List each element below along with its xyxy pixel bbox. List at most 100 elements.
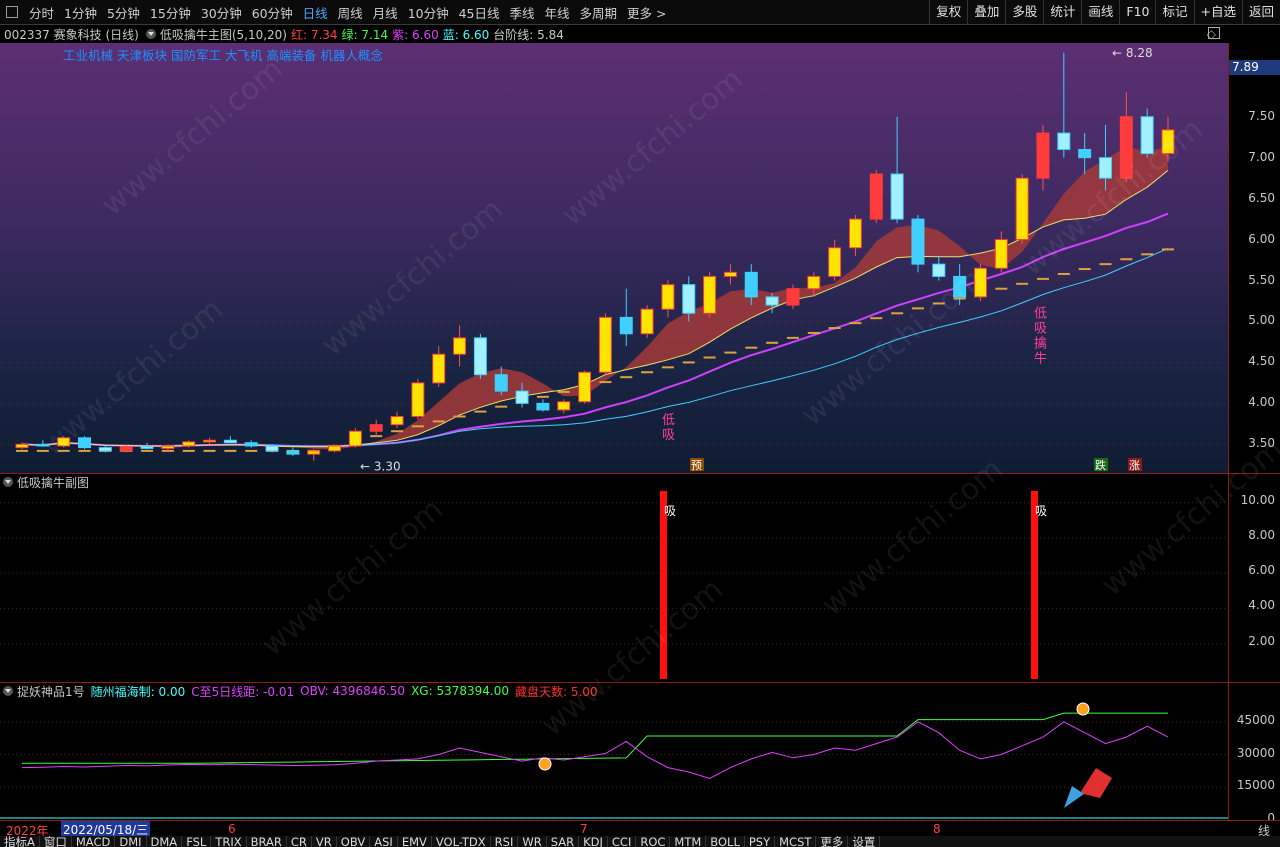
period-tab-1[interactable]: 1分钟: [59, 3, 102, 22]
sub2-obv: OBV: 4396846.50: [300, 684, 406, 698]
sub2-days: 藏盘天数: 5.00: [514, 684, 598, 699]
indicator-tab-17[interactable]: KDJ: [579, 836, 608, 847]
signal-low2-0: 低: [1034, 306, 1047, 321]
candle-body-7: [161, 445, 175, 449]
candle-body-50: [1057, 132, 1071, 150]
stock-code-name[interactable]: 002337 赛象科技 (日线): [4, 26, 139, 43]
indicator-tab-10[interactable]: OBV: [337, 836, 371, 847]
indicator-tab-8[interactable]: CR: [287, 836, 312, 847]
indicator-tab-4[interactable]: DMA: [147, 836, 183, 847]
indicator-tab-0[interactable]: 指标A: [0, 836, 40, 847]
candle-body-22: [473, 337, 487, 376]
sub2-svg: [0, 702, 1228, 820]
price-tick-0: 7.50: [1248, 108, 1275, 123]
sub2-tick-0: 45000: [1236, 712, 1275, 727]
period-tab-13[interactable]: 多周期: [575, 3, 623, 22]
toolbar-button-0[interactable]: 复权: [929, 0, 967, 24]
period-tab-14[interactable]: 更多 >: [622, 3, 671, 22]
red-line-value: 红: 7.34: [290, 27, 338, 42]
signal-low1-1: 吸: [662, 428, 675, 443]
indicator-tab-3[interactable]: DMI: [115, 836, 147, 847]
window-icon[interactable]: [6, 6, 18, 18]
period-tab-6[interactable]: 日线: [298, 3, 333, 22]
toolbar-button-8[interactable]: 返回: [1241, 0, 1280, 24]
period-tab-9[interactable]: 10分钟: [403, 3, 454, 22]
indicator-tab-2[interactable]: MACD: [72, 836, 116, 847]
candle-body-30: [640, 308, 654, 335]
indicator-tab-11[interactable]: ASI: [370, 836, 398, 847]
candle-body-9: [203, 439, 217, 443]
candle-body-35: [744, 271, 758, 298]
maximize-icon[interactable]: [1208, 27, 1220, 39]
indicator-tab-23[interactable]: MCST: [775, 836, 817, 847]
candle-body-26: [557, 401, 571, 411]
period-tab-10[interactable]: 45日线: [454, 3, 505, 22]
sub1-chart[interactable]: 吸吸: [0, 489, 1228, 682]
period-tab-0[interactable]: 分时: [24, 3, 59, 22]
purple-line-value: 紫: 6.60: [392, 27, 439, 42]
green-line-value: 绿: 7.14: [341, 27, 389, 42]
sub2-tick-2: 15000: [1236, 778, 1275, 793]
toolbar-button-7[interactable]: +自选: [1193, 0, 1242, 24]
candle-body-28: [598, 316, 612, 373]
toolbar-button-3[interactable]: 统计: [1043, 0, 1081, 24]
indicator-tab-15[interactable]: WR: [518, 836, 547, 847]
period-tab-8[interactable]: 月线: [368, 3, 403, 22]
indicator-tab-12[interactable]: EMV: [398, 836, 432, 847]
toolbar-button-5[interactable]: F10: [1119, 0, 1155, 24]
indicator-tab-24[interactable]: 更多: [816, 836, 849, 847]
indicator-tab-20[interactable]: MTM: [670, 836, 707, 847]
indicator-tab-22[interactable]: PSY: [745, 836, 776, 847]
indicator-tab-19[interactable]: ROC: [636, 836, 671, 847]
sub1-tick-1: 8.00: [1248, 527, 1275, 542]
indicator-tab-21[interactable]: BOLL: [706, 836, 745, 847]
toolbar-button-6[interactable]: 标记: [1155, 0, 1193, 24]
sub1-dropdown-icon[interactable]: [3, 477, 13, 487]
formula-name[interactable]: 低吸擒牛主图(5,10,20): [160, 26, 287, 43]
candle-body-34: [723, 271, 737, 277]
indicator-tab-1[interactable]: 窗口: [40, 836, 72, 847]
indicator-tab-14[interactable]: RSI: [491, 836, 519, 847]
sub2-chart[interactable]: [0, 698, 1228, 820]
candle-body-17: [369, 424, 383, 432]
signal-low2-3: 牛: [1034, 351, 1047, 366]
toolbar-button-1[interactable]: 叠加: [967, 0, 1005, 24]
period-tab-3[interactable]: 15分钟: [145, 3, 196, 22]
period-tab-2[interactable]: 5分钟: [102, 3, 145, 22]
indicator-tab-7[interactable]: BRAR: [247, 836, 287, 847]
formula-dropdown-icon[interactable]: [145, 29, 156, 39]
candle-body-31: [661, 284, 675, 310]
sub2-title[interactable]: 捉妖神品1号: [17, 683, 85, 700]
period-tab-12[interactable]: 年线: [540, 3, 575, 22]
price-tick-8: 3.50: [1248, 436, 1275, 451]
indicator-tab-18[interactable]: CCI: [608, 836, 637, 847]
sub2-xg: XG: 5378394.00: [411, 684, 509, 698]
main-chart[interactable]: 工业机械 天津板块 国防军工 大飞机 高端装备 机器人概念 ← 8.28 ← 3.…: [0, 43, 1228, 473]
candle-body-1: [36, 443, 50, 447]
candle-body-6: [140, 446, 154, 449]
indicator-tab-16[interactable]: SAR: [547, 836, 580, 847]
toolbar-button-2[interactable]: 多股: [1005, 0, 1043, 24]
period-tab-5[interactable]: 60分钟: [247, 3, 298, 22]
indicator-tabs: 指标A 窗口 MACD DMI DMA FSL TRIX BRAR CR VR OBV ASI EMV V…: [0, 836, 1280, 847]
sub1-title[interactable]: 低吸擒牛副图: [17, 474, 89, 491]
indicator-tab-13[interactable]: VOL-TDX: [432, 836, 491, 847]
toolbar-button-4[interactable]: 画线: [1081, 0, 1119, 24]
signal-low2-1: 吸: [1034, 321, 1047, 336]
indicator-tab-25[interactable]: 设置: [848, 836, 881, 847]
obv-line: [21, 721, 1169, 780]
indicator-tab-9[interactable]: VR: [312, 836, 337, 847]
candle-body-47: [994, 239, 1008, 269]
indicator-tab-6[interactable]: TRIX: [211, 836, 247, 847]
period-tab-11[interactable]: 季线: [505, 3, 540, 22]
period-tab-7[interactable]: 周线: [333, 3, 368, 22]
sub2-tick-1: 30000: [1236, 745, 1275, 760]
indicator-tab-5[interactable]: FSL: [182, 836, 212, 847]
date-month-8: 8: [933, 822, 941, 836]
candle-body-45: [953, 275, 967, 298]
ma-fill-band: [22, 147, 1168, 450]
price-tick-1: 7.00: [1248, 149, 1275, 164]
sub2-dropdown-icon[interactable]: [3, 686, 13, 696]
candle-body-43: [911, 218, 925, 265]
period-tab-4[interactable]: 30分钟: [196, 3, 247, 22]
